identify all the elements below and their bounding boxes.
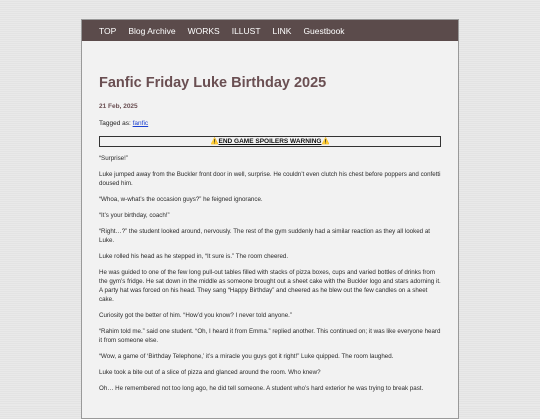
- spoiler-warning-text: END GAME SPOILERS WARNING: [218, 138, 322, 145]
- nav-link-link[interactable]: LINK: [273, 26, 292, 36]
- story-paragraph: Curiosity got the better of him. “How’d …: [99, 312, 292, 319]
- nav-link-illust[interactable]: ILLUST: [232, 26, 261, 36]
- story-paragraph: “Surprise!”: [99, 155, 128, 162]
- post-content: Fanfic Friday Luke Birthday 2025 21 Feb,…: [82, 75, 458, 393]
- story-paragraph: “Right…?” the student looked around, ner…: [99, 228, 430, 244]
- story-paragraph: “It’s your birthday, coach!”: [99, 212, 170, 219]
- blog-page: TOP Blog Archive WORKS ILLUST LINK Guest…: [81, 19, 459, 419]
- warning-icon: ⚠️: [210, 138, 219, 145]
- nav-link-blog-archive[interactable]: Blog Archive: [128, 26, 175, 36]
- nav-link-top[interactable]: TOP: [99, 26, 116, 36]
- story-paragraph: He was guided to one of the few long pul…: [99, 269, 441, 303]
- tag-link-fanfic[interactable]: fanfic: [133, 120, 149, 127]
- story-paragraph: Luke rolled his head as he stepped in, “…: [99, 253, 289, 260]
- post-title: Fanfic Friday Luke Birthday 2025: [99, 75, 327, 91]
- post-date: 21 Feb, 2025: [99, 103, 138, 110]
- top-nav: TOP Blog Archive WORKS ILLUST LINK Guest…: [82, 20, 458, 41]
- nav-link-works[interactable]: WORKS: [188, 26, 220, 36]
- story-paragraph: Luke jumped away from the Buckler front …: [99, 171, 441, 187]
- spoiler-warning-banner: ⚠️END GAME SPOILERS WARNING⚠️: [99, 136, 441, 147]
- story-paragraph: “Wow, a game of ‘Birthday Telephone,’ it…: [99, 353, 394, 360]
- warning-icon: ⚠️: [321, 138, 330, 145]
- post-tags: Tagged as: fanfic: [99, 120, 441, 127]
- story-paragraph: Luke took a bite out of a slice of pizza…: [99, 369, 321, 376]
- story-paragraph: “Whoa, w-what’s the occasion guys?” he f…: [99, 196, 263, 203]
- story-paragraph: “Rahim told me.” said one student. “Oh, …: [99, 328, 441, 344]
- story-paragraph: Oh… He remembered not too long ago, he d…: [99, 385, 424, 392]
- nav-link-guestbook[interactable]: Guestbook: [303, 26, 344, 36]
- tags-label: Tagged as:: [99, 120, 131, 127]
